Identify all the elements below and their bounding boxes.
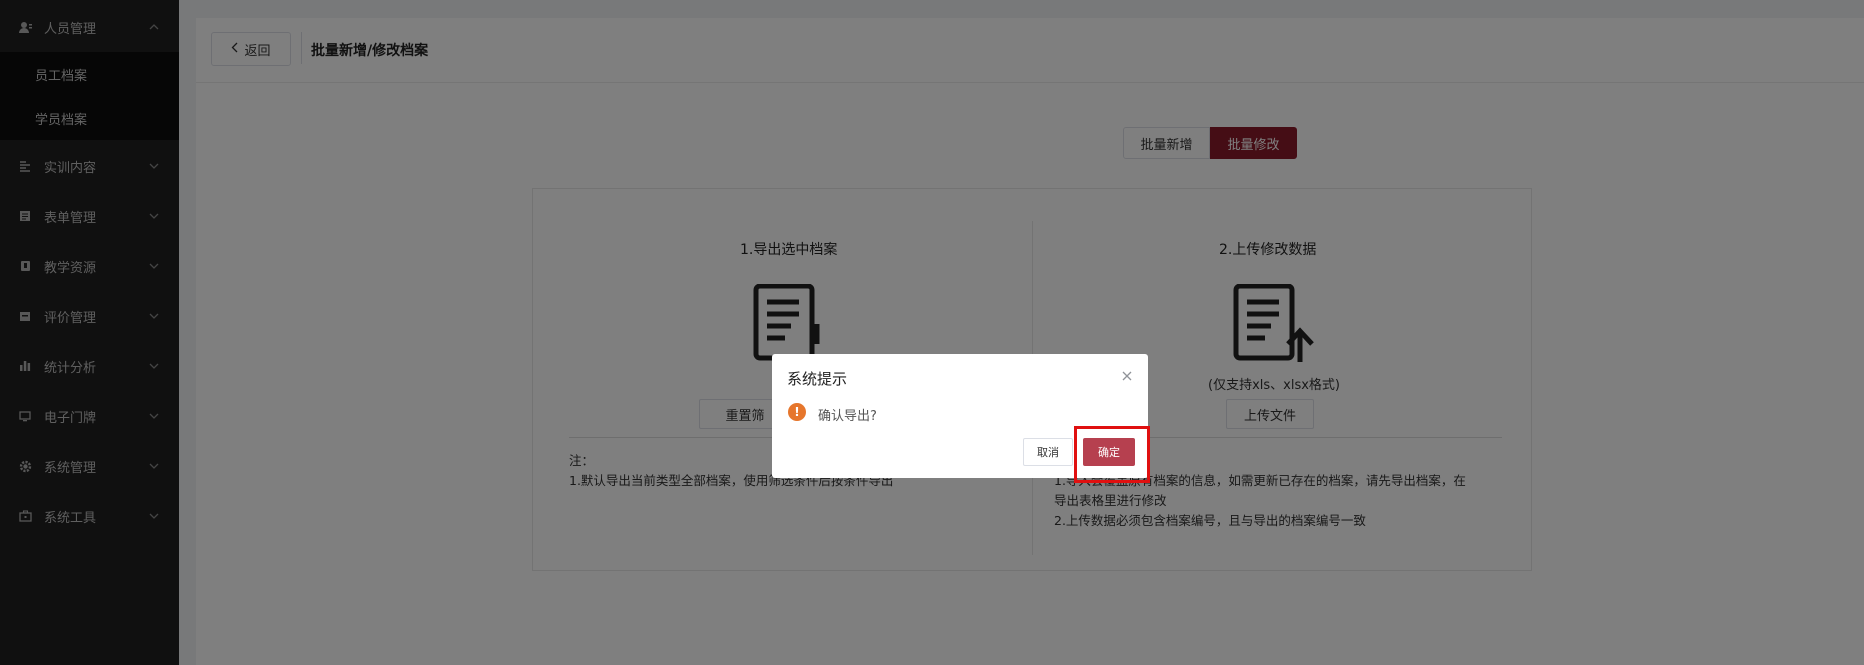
highlight-box	[1074, 426, 1150, 483]
close-icon[interactable]	[1122, 370, 1132, 385]
dialog-title: 系统提示	[787, 370, 848, 388]
dialog-message: 确认导出?	[818, 409, 877, 424]
cancel-button[interactable]: 取消	[1023, 438, 1073, 466]
warning-icon: !	[788, 403, 806, 421]
modal-overlay[interactable]	[0, 0, 1864, 665]
